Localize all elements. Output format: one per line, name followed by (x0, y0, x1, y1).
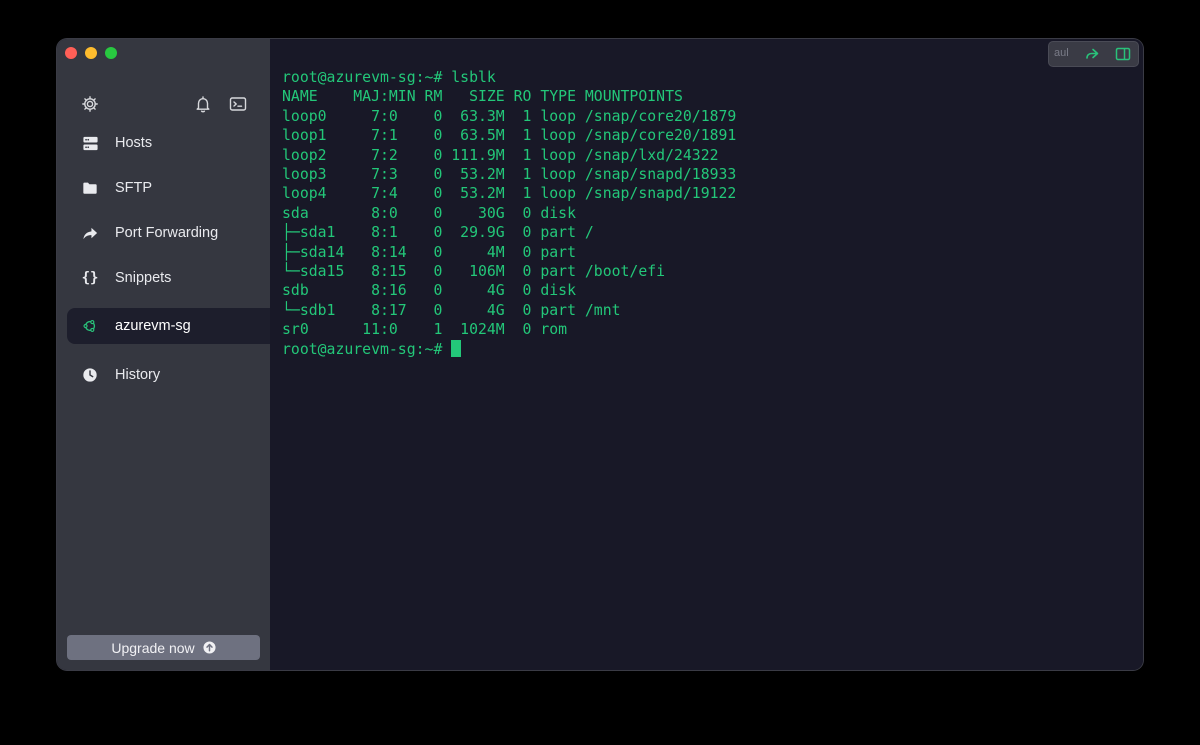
zoom-window-button[interactable] (105, 47, 117, 59)
arrow-up-circle-icon (203, 641, 216, 654)
terminal-cursor (451, 339, 462, 357)
sidebar-item-label: Snippets (115, 270, 172, 286)
terminal-line: ├─sda14 8:14 0 4M 0 part (282, 243, 576, 261)
sidebar-item-label: History (115, 367, 161, 383)
terminal-line: root@azurevm-sg:~# lsblk (282, 69, 496, 86)
upgrade-label: Upgrade now (111, 639, 195, 656)
gear-icon[interactable] (81, 95, 99, 113)
sidebar-item-label: azurevm-sg (115, 318, 191, 334)
sidebar-item-label: SFTP (115, 180, 153, 196)
sidebar-item-azurevm-sg[interactable]: azurevm-sg (67, 308, 270, 344)
sidebar-item-sftp[interactable]: SFTP (67, 170, 270, 206)
terminal-line: loop1 7:1 0 63.5M 1 loop /snap/core20/18… (282, 127, 737, 145)
sidebar: Hosts SFTP Port Forwarding {} Snippets a… (57, 39, 270, 670)
terminal-line: └─sdb1 8:17 0 4G 0 part /mnt (282, 301, 621, 319)
terminal-output: root@azurevm-sg:~# lsblk NAME MAJ:MIN RM … (282, 68, 736, 359)
terminal-line: loop4 7:4 0 53.2M 1 loop /snap/snapd/191… (282, 185, 737, 203)
hosts-icon (81, 134, 99, 152)
terminal-line: sr0 11:0 1 1024M 0 rom (282, 321, 568, 339)
terminal-line: └─sda15 8:15 0 106M 0 part /boot/efi (282, 263, 666, 281)
app-window: Hosts SFTP Port Forwarding {} Snippets a… (57, 39, 1143, 670)
braces-icon: {} (81, 270, 99, 286)
sidebar-item-port-forwarding[interactable]: Port Forwarding (67, 215, 270, 251)
sidebar-item-hosts[interactable]: Hosts (67, 125, 270, 161)
clock-icon (81, 366, 99, 384)
terminal-line: ├─sda1 8:1 0 29.9G 0 part / (282, 224, 594, 242)
terminal-line: loop2 7:2 0 111.9M 1 loop /snap/lxd/2432… (282, 146, 719, 164)
folder-icon (81, 179, 99, 197)
split-view-icon[interactable] (1115, 46, 1131, 62)
terminal-line: sdb 8:16 0 4G 0 disk (282, 282, 576, 300)
terminal-prompt-line[interactable]: root@azurevm-sg:~# (282, 339, 736, 359)
bell-icon[interactable] (194, 95, 212, 113)
terminal-top-controls: aul (1049, 42, 1138, 66)
terminal-icon[interactable] (229, 95, 247, 113)
terminal-line: NAME MAJ:MIN RM SIZE RO TYPE MOUNTPOINTS (282, 88, 683, 106)
upgrade-button[interactable]: Upgrade now (67, 635, 260, 660)
ubuntu-icon (81, 317, 99, 335)
sidebar-item-history[interactable]: History (67, 357, 270, 393)
sidebar-top-icons (81, 95, 251, 115)
sidebar-item-snippets[interactable]: {} Snippets (67, 260, 270, 296)
terminal-line: loop0 7:0 0 63.3M 1 loop /snap/core20/18… (282, 107, 737, 125)
terminal-line: loop3 7:3 0 53.2M 1 loop /snap/snapd/189… (282, 166, 737, 184)
terminal-line: sda 8:0 0 30G 0 disk (282, 204, 576, 222)
sidebar-item-label: Hosts (115, 135, 153, 151)
minimize-window-button[interactable] (85, 47, 97, 59)
forward-icon (81, 224, 99, 242)
traffic-lights (65, 47, 117, 59)
top-controls-text: aul (1054, 47, 1069, 59)
share-arrow-icon[interactable] (1084, 46, 1100, 62)
sidebar-item-label: Port Forwarding (115, 225, 219, 241)
terminal-prompt: root@azurevm-sg:~# (282, 340, 452, 358)
close-window-button[interactable] (65, 47, 77, 59)
terminal-pane[interactable]: aul root@azurevm-sg:~# lsblk NAME MAJ:MIN… (270, 39, 1143, 670)
